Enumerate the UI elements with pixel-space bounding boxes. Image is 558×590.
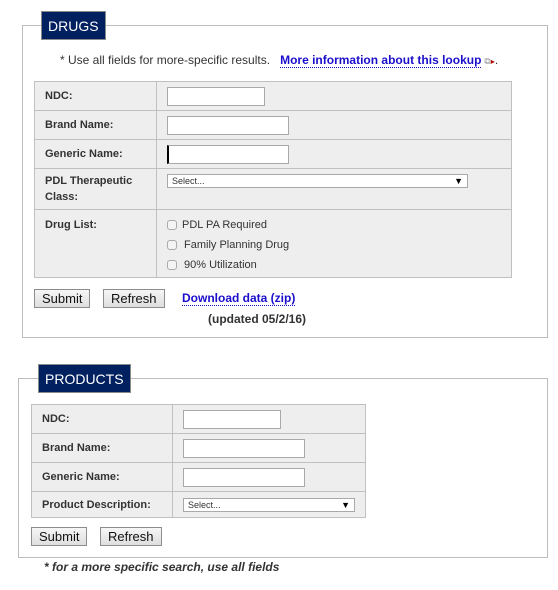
- checkbox-label: PDL PA Required: [182, 219, 267, 231]
- drugs-legend: DRUGS: [41, 11, 106, 40]
- product-generic-name-input[interactable]: [183, 467, 305, 487]
- drug-list-label: Drug List:: [34, 209, 157, 278]
- checkbox-label: 90% Utilization: [184, 259, 257, 271]
- product-generic-name-label: Generic Name:: [31, 462, 173, 492]
- download-data-link[interactable]: Download data (zip): [182, 291, 296, 306]
- product-description-selected-value: Select...: [188, 499, 221, 510]
- pdl-therapeutic-class-label: PDL Therapeutic Class:: [34, 168, 157, 210]
- products-refresh-button[interactable]: Refresh: [100, 527, 162, 546]
- drugs-form-table: NDC: Brand Name: Generic Name: PDL Thera…: [34, 81, 512, 278]
- checkbox-box[interactable]: [167, 260, 177, 270]
- checkbox-pdl-pa-required[interactable]: PDL PA Required: [167, 215, 501, 235]
- product-ndc-input[interactable]: [183, 409, 281, 429]
- products-legend: PRODUCTS: [38, 364, 131, 393]
- products-form-table: NDC: Brand Name: Generic Name: Product D…: [31, 404, 366, 518]
- brand-name-input[interactable]: [167, 115, 289, 135]
- updated-date: (updated 05/2/16): [208, 312, 307, 326]
- external-window-icon: ⧉▸: [484, 56, 495, 66]
- product-description-label: Product Description:: [31, 491, 173, 518]
- product-ndc-label: NDC:: [31, 404, 173, 434]
- generic-name-label: Generic Name:: [34, 139, 157, 169]
- drugs-note-text: * Use all fields for more-specific resul…: [60, 53, 271, 67]
- checkbox-label: Family Planning Drug: [184, 239, 290, 251]
- checkbox-box[interactable]: [167, 220, 177, 230]
- pdl-therapeutic-class-select[interactable]: Select... ▼: [167, 174, 468, 188]
- checkbox-family-planning-drug[interactable]: Family Planning Drug: [167, 235, 501, 255]
- product-brand-name-label: Brand Name:: [31, 433, 173, 463]
- dropdown-arrow-icon: ▼: [454, 176, 463, 186]
- checkbox-box[interactable]: [167, 240, 177, 250]
- pdl-selected-value: Select...: [172, 176, 205, 186]
- products-submit-button[interactable]: Submit: [31, 527, 88, 546]
- dropdown-arrow-icon: ▼: [341, 499, 350, 510]
- product-brand-name-input[interactable]: [183, 438, 305, 458]
- ndc-label: NDC:: [34, 81, 157, 111]
- checkbox-90-utilization[interactable]: 90% Utilization: [167, 255, 501, 275]
- product-description-select[interactable]: Select... ▼: [183, 497, 355, 512]
- products-footnote: * for a more specific search, use all fi…: [44, 560, 280, 574]
- brand-name-label: Brand Name:: [34, 110, 157, 140]
- more-info-link[interactable]: More information about this lookup: [280, 53, 482, 68]
- drugs-refresh-button[interactable]: Refresh: [103, 289, 165, 308]
- ndc-input[interactable]: [167, 86, 265, 106]
- generic-name-input[interactable]: [167, 144, 289, 164]
- drugs-submit-button[interactable]: Submit: [34, 289, 91, 308]
- drugs-note: * Use all fields for more-specific resul…: [60, 53, 499, 68]
